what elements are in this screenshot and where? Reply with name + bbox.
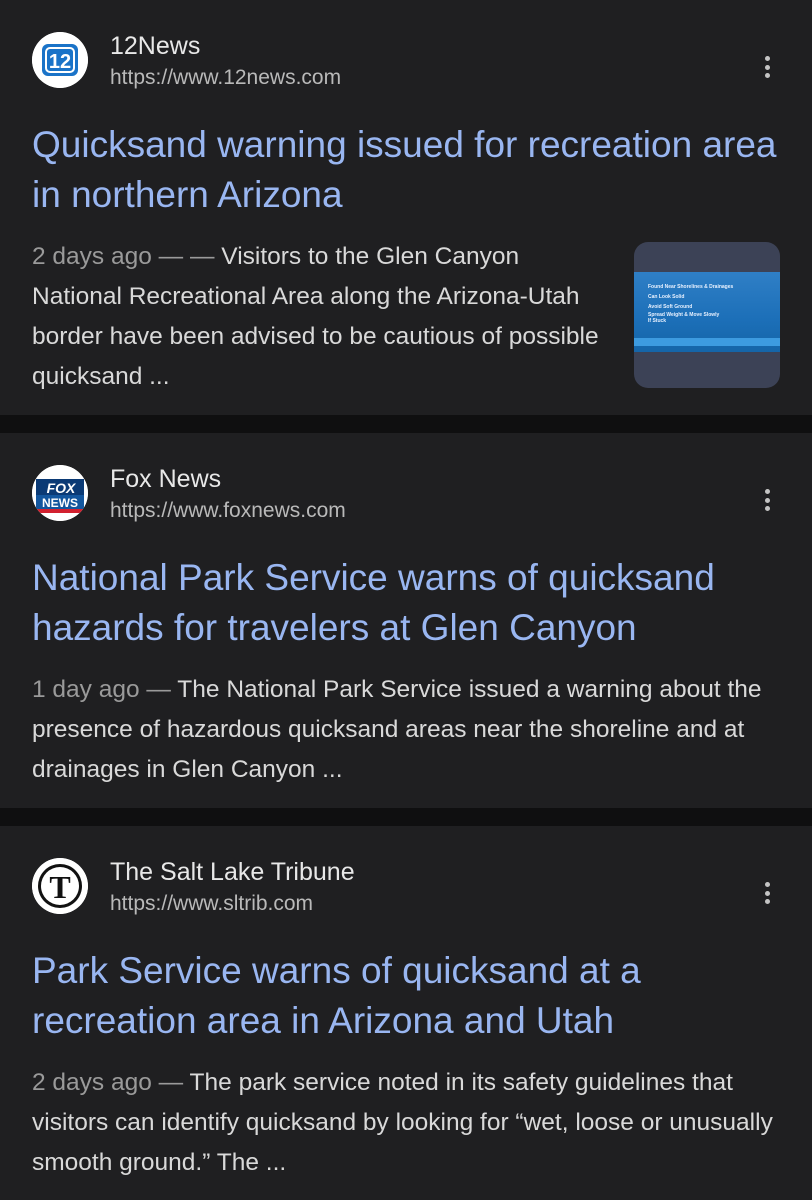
site-url[interactable]: https://www.sltrib.com	[110, 892, 313, 916]
result-separator: —	[151, 1069, 190, 1096]
tribune-logo-text: T	[49, 869, 70, 905]
result-separator: — —	[151, 243, 222, 270]
search-result-card[interactable]: FOX NEWS Fox News https://www.foxnews.co…	[0, 433, 812, 808]
thumbnail-text: Found Near Shorelines & Drainages Can Lo…	[648, 282, 774, 324]
fox-news-logo-icon: FOX NEWS	[32, 465, 88, 521]
site-name: The Salt Lake Tribune	[110, 858, 355, 886]
thumbnail-line: Can Look Solid	[648, 294, 685, 300]
search-result-card[interactable]: 12 12News https://www.12news.com Quicksa…	[0, 0, 812, 415]
search-result-card[interactable]: T The Salt Lake Tribune https://www.sltr…	[0, 826, 812, 1200]
site-name: 12News	[110, 32, 201, 60]
news-logo-text: NEWS	[42, 496, 78, 510]
result-snippet: 1 day ago — The National Park Service is…	[32, 670, 782, 790]
fox-news-logo-svg: FOX NEWS	[32, 465, 88, 521]
result-headline-link[interactable]: Quicksand warning issued for recreation …	[32, 120, 782, 220]
more-options-icon[interactable]	[762, 489, 772, 519]
result-source[interactable]: FOX NEWS Fox News https://www.foxnews.co…	[32, 465, 780, 525]
result-age: 1 day ago	[32, 676, 140, 703]
site-name: Fox News	[110, 465, 222, 493]
thumbnail-line: If Stuck	[648, 318, 667, 324]
12news-logo-text: 12	[49, 51, 71, 73]
site-url[interactable]: https://www.foxnews.com	[110, 499, 346, 523]
more-options-icon[interactable]	[762, 882, 772, 912]
result-headline-link[interactable]: Park Service warns of quicksand at a rec…	[32, 946, 782, 1046]
result-snippet: 2 days ago — — Visitors to the Glen Cany…	[32, 237, 612, 397]
site-url[interactable]: https://www.12news.com	[110, 66, 341, 90]
result-snippet: 2 days ago — The park service noted in i…	[32, 1063, 782, 1183]
12news-logo-icon: 12	[32, 32, 88, 88]
more-options-icon[interactable]	[762, 56, 772, 86]
result-separator: —	[139, 676, 178, 703]
thumbnail-stripe	[634, 338, 780, 346]
result-source[interactable]: T The Salt Lake Tribune https://www.sltr…	[32, 858, 780, 918]
result-headline-link[interactable]: National Park Service warns of quicksand…	[32, 553, 782, 653]
12news-logo-svg: 12	[32, 32, 88, 88]
salt-lake-tribune-logo-svg: T	[32, 858, 88, 914]
result-thumbnail[interactable]: Found Near Shorelines & Drainages Can Lo…	[634, 242, 780, 388]
thumbnail-line: Found Near Shorelines & Drainages	[648, 284, 734, 290]
result-age: 2 days ago	[32, 1069, 152, 1096]
result-source[interactable]: 12 12News https://www.12news.com	[32, 32, 780, 92]
thumbnail-line: Avoid Soft Ground	[648, 304, 693, 310]
result-age: 2 days ago	[32, 243, 152, 270]
salt-lake-tribune-logo-icon: T	[32, 858, 88, 914]
fox-logo-text: FOX	[47, 480, 77, 496]
